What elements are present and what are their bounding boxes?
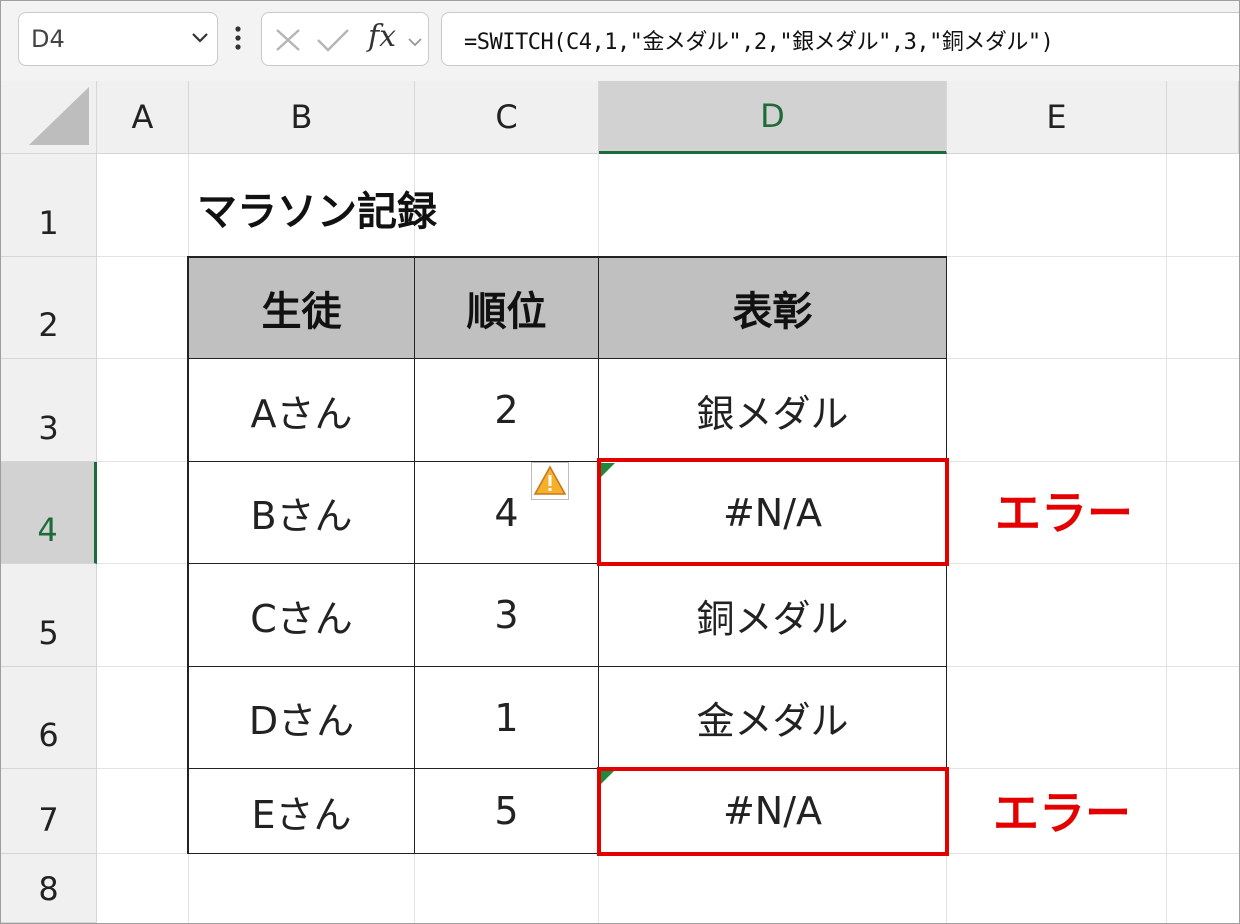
name-box-value: D4 (31, 25, 65, 53)
column-header-d[interactable]: D (599, 81, 947, 154)
cell-c3[interactable]: 2 (415, 359, 599, 462)
error-smart-tag[interactable] (531, 462, 569, 500)
formula-buttons: fx (261, 12, 429, 66)
cell-c6[interactable]: 1 (415, 667, 599, 769)
formula-text: =SWITCH(C4,1,"金メダル",2,"銀メダル",3,"銅メダル") (464, 30, 1054, 55)
error-highlight-d7 (597, 767, 949, 856)
formula-input[interactable]: =SWITCH(C4,1,"金メダル",2,"銀メダル",3,"銅メダル") (441, 12, 1239, 66)
cell-b7[interactable]: Eさん (189, 769, 415, 854)
row-header-3[interactable]: 3 (1, 359, 97, 462)
row-header-4[interactable]: 4 (1, 462, 97, 564)
header-student[interactable]: 生徒 (189, 258, 415, 359)
cell-b3[interactable]: Aさん (189, 359, 415, 462)
row-header-8[interactable]: 8 (1, 854, 97, 923)
error-callout-1: エラー (995, 477, 1133, 543)
row-header-6[interactable]: 6 (1, 667, 97, 769)
cell-d3[interactable]: 銀メダル (599, 359, 947, 462)
error-callout-2: エラー (993, 777, 1131, 843)
chevron-down-icon[interactable] (408, 37, 422, 47)
formula-bar: D4 fx =SWITCH(C4,1,"金メダル",2,"銀メダル",3,"銅メ… (1, 1, 1239, 81)
sheet-title: マラソン記録 (197, 189, 437, 235)
column-header-c[interactable]: C (415, 81, 599, 154)
worksheet-grid: A B C D E 1 2 3 4 5 6 7 8 マラソン記録 生徒 順位 表… (1, 81, 1239, 923)
header-award[interactable]: 表彰 (599, 258, 947, 359)
cell-d6[interactable]: 金メダル (599, 667, 947, 769)
chevron-down-icon[interactable] (191, 31, 209, 45)
header-rank[interactable]: 順位 (415, 258, 599, 359)
insert-function-button[interactable]: fx (368, 19, 396, 54)
column-header-f[interactable] (1167, 81, 1239, 154)
cell-b5[interactable]: Cさん (189, 564, 415, 667)
cell-b4[interactable]: Bさん (189, 462, 415, 564)
excel-window: D4 fx =SWITCH(C4,1,"金メダル",2,"銀メダル",3,"銅メ… (0, 0, 1240, 924)
check-icon[interactable] (316, 27, 350, 53)
row-header-7[interactable]: 7 (1, 769, 97, 854)
row-header-1[interactable]: 1 (1, 154, 97, 257)
select-all-triangle-icon (29, 87, 89, 145)
column-header-e[interactable]: E (947, 81, 1167, 154)
cell-c7[interactable]: 5 (415, 769, 599, 854)
warning-triangle-icon (533, 465, 567, 495)
row-header-2[interactable]: 2 (1, 257, 97, 359)
name-box[interactable]: D4 (18, 12, 218, 66)
select-all-button[interactable] (1, 81, 97, 154)
cell-c4[interactable]: 4 (415, 462, 599, 564)
cell-b6[interactable]: Dさん (189, 667, 415, 769)
column-header-b[interactable]: B (189, 81, 415, 154)
cell-d5[interactable]: 銅メダル (599, 564, 947, 667)
x-icon[interactable] (274, 27, 302, 53)
more-options-icon[interactable] (233, 25, 243, 51)
row-header-5[interactable]: 5 (1, 564, 97, 667)
cell-c5[interactable]: 3 (415, 564, 599, 667)
error-highlight-d4 (597, 458, 949, 566)
column-header-a[interactable]: A (97, 81, 189, 154)
